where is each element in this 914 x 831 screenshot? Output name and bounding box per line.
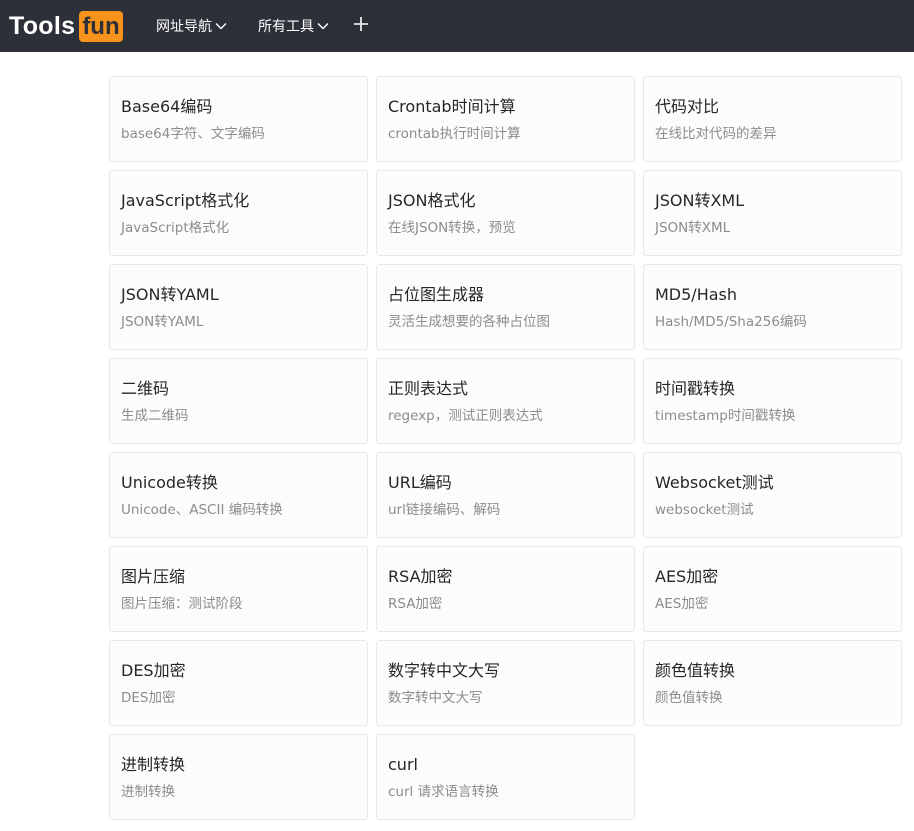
tool-card[interactable]: 正则表达式 regexp，测试正则表达式 (376, 358, 635, 444)
tool-card-description: DES加密 (121, 690, 176, 706)
tool-card[interactable]: curl curl 请求语言转换 (376, 734, 635, 820)
nav-menu-label: 网址导航 (156, 18, 212, 34)
tool-card-description: JSON转YAML (121, 314, 204, 330)
tool-card[interactable]: 颜色值转换 颜色值转换 (643, 640, 902, 726)
tool-card-title: 二维码 (121, 379, 170, 398)
tool-card-title: 图片压缩 (121, 567, 186, 586)
tool-card-description: 在线JSON转换，预览 (388, 220, 516, 236)
tool-card-title: JSON转YAML (121, 285, 219, 304)
tool-card[interactable]: 图片压缩 图片压缩：测试阶段 (109, 546, 368, 632)
tool-card[interactable]: AES加密 AES加密 (643, 546, 902, 632)
tool-card-description: 灵活生成想要的各种占位图 (388, 314, 550, 330)
tool-card-description: 进制转换 (121, 784, 175, 800)
tool-card[interactable]: JSON格式化 在线JSON转换，预览 (376, 170, 635, 256)
tool-card-description: AES加密 (655, 596, 709, 612)
tool-card-description: Hash/MD5/Sha256编码 (655, 314, 807, 330)
tool-card[interactable]: 占位图生成器 灵活生成想要的各种占位图 (376, 264, 635, 350)
tool-card[interactable]: JSON转YAML JSON转YAML (109, 264, 368, 350)
tool-card[interactable]: 数字转中文大写 数字转中文大写 (376, 640, 635, 726)
tool-card-description: 数字转中文大写 (388, 690, 483, 706)
tool-card[interactable]: URL编码 url链接编码、解码 (376, 452, 635, 538)
tool-card-description: Unicode、ASCII 编码转换 (121, 502, 283, 518)
tool-card[interactable]: 时间戳转换 timestamp时间戳转换 (643, 358, 902, 444)
tool-card-title: MD5/Hash (655, 285, 738, 304)
tool-card-title: Unicode转换 (121, 473, 218, 492)
tool-grid: Base64编码 base64字符、文字编码 Crontab时间计算 cront… (109, 76, 902, 820)
tool-card-title: RSA加密 (388, 567, 453, 586)
tool-card[interactable]: Unicode转换 Unicode、ASCII 编码转换 (109, 452, 368, 538)
tool-card-description: 生成二维码 (121, 408, 189, 424)
tool-card-title: JavaScript格式化 (121, 191, 250, 210)
plus-icon[interactable] (352, 15, 370, 33)
tool-card-description: websocket测试 (655, 502, 754, 518)
tool-card-title: 占位图生成器 (388, 285, 485, 304)
tool-card[interactable]: JSON转XML JSON转XML (643, 170, 902, 256)
logo[interactable]: Tools fun (9, 10, 123, 42)
tool-card-description: timestamp时间戳转换 (655, 408, 796, 424)
tool-card-description: curl 请求语言转换 (388, 784, 499, 800)
tool-card-description: regexp，测试正则表达式 (388, 408, 543, 424)
tool-card[interactable]: RSA加密 RSA加密 (376, 546, 635, 632)
tool-card[interactable]: DES加密 DES加密 (109, 640, 368, 726)
tool-card-title: 时间戳转换 (655, 379, 736, 398)
tool-card-title: 代码对比 (655, 97, 720, 116)
tool-card[interactable]: MD5/Hash Hash/MD5/Sha256编码 (643, 264, 902, 350)
nav-menu-site-navigation[interactable]: 网址导航 (156, 16, 227, 36)
tool-card-title: Crontab时间计算 (388, 97, 516, 116)
tool-card[interactable]: Crontab时间计算 crontab执行时间计算 (376, 76, 635, 162)
tool-card-description: 在线比对代码的差异 (655, 126, 777, 142)
tool-card-title: 数字转中文大写 (388, 661, 501, 680)
tool-card[interactable]: 进制转换 进制转换 (109, 734, 368, 820)
tool-card-title: AES加密 (655, 567, 719, 586)
tool-card-title: 颜色值转换 (655, 661, 736, 680)
tool-card-description: 图片压缩：测试阶段 (121, 596, 243, 612)
tool-card-title: DES加密 (121, 661, 186, 680)
tool-card[interactable]: JavaScript格式化 JavaScript格式化 (109, 170, 368, 256)
chevron-down-icon (317, 23, 329, 30)
tool-card-description: RSA加密 (388, 596, 443, 612)
tool-card-description: JSON转XML (655, 220, 731, 236)
tool-card-title: Base64编码 (121, 97, 213, 116)
top-navbar: Tools fun 网址导航 所有工具 (0, 0, 914, 52)
tool-card-title: JSON格式化 (388, 191, 476, 210)
tool-card-title: 进制转换 (121, 755, 186, 774)
tool-card[interactable]: 代码对比 在线比对代码的差异 (643, 76, 902, 162)
tool-card-description: base64字符、文字编码 (121, 126, 265, 142)
tool-card[interactable]: 二维码 生成二维码 (109, 358, 368, 444)
tool-card-description: JavaScript格式化 (121, 220, 230, 236)
tool-card-title: 正则表达式 (388, 379, 469, 398)
tool-card-title: JSON转XML (655, 191, 745, 210)
logo-text: Tools (9, 11, 76, 40)
tool-card-title: curl (388, 755, 418, 774)
nav-menu-all-tools[interactable]: 所有工具 (258, 16, 329, 36)
tool-card-description: url链接编码、解码 (388, 502, 501, 518)
tool-card-description: crontab执行时间计算 (388, 126, 521, 142)
tool-card[interactable]: Base64编码 base64字符、文字编码 (109, 76, 368, 162)
nav-menu-label: 所有工具 (258, 18, 314, 34)
tool-card-title: URL编码 (388, 473, 452, 492)
chevron-down-icon (215, 23, 227, 30)
tool-card-description: 颜色值转换 (655, 690, 723, 706)
logo-badge: fun (79, 10, 123, 42)
tool-card[interactable]: Websocket测试 websocket测试 (643, 452, 902, 538)
tool-card-title: Websocket测试 (655, 473, 774, 492)
